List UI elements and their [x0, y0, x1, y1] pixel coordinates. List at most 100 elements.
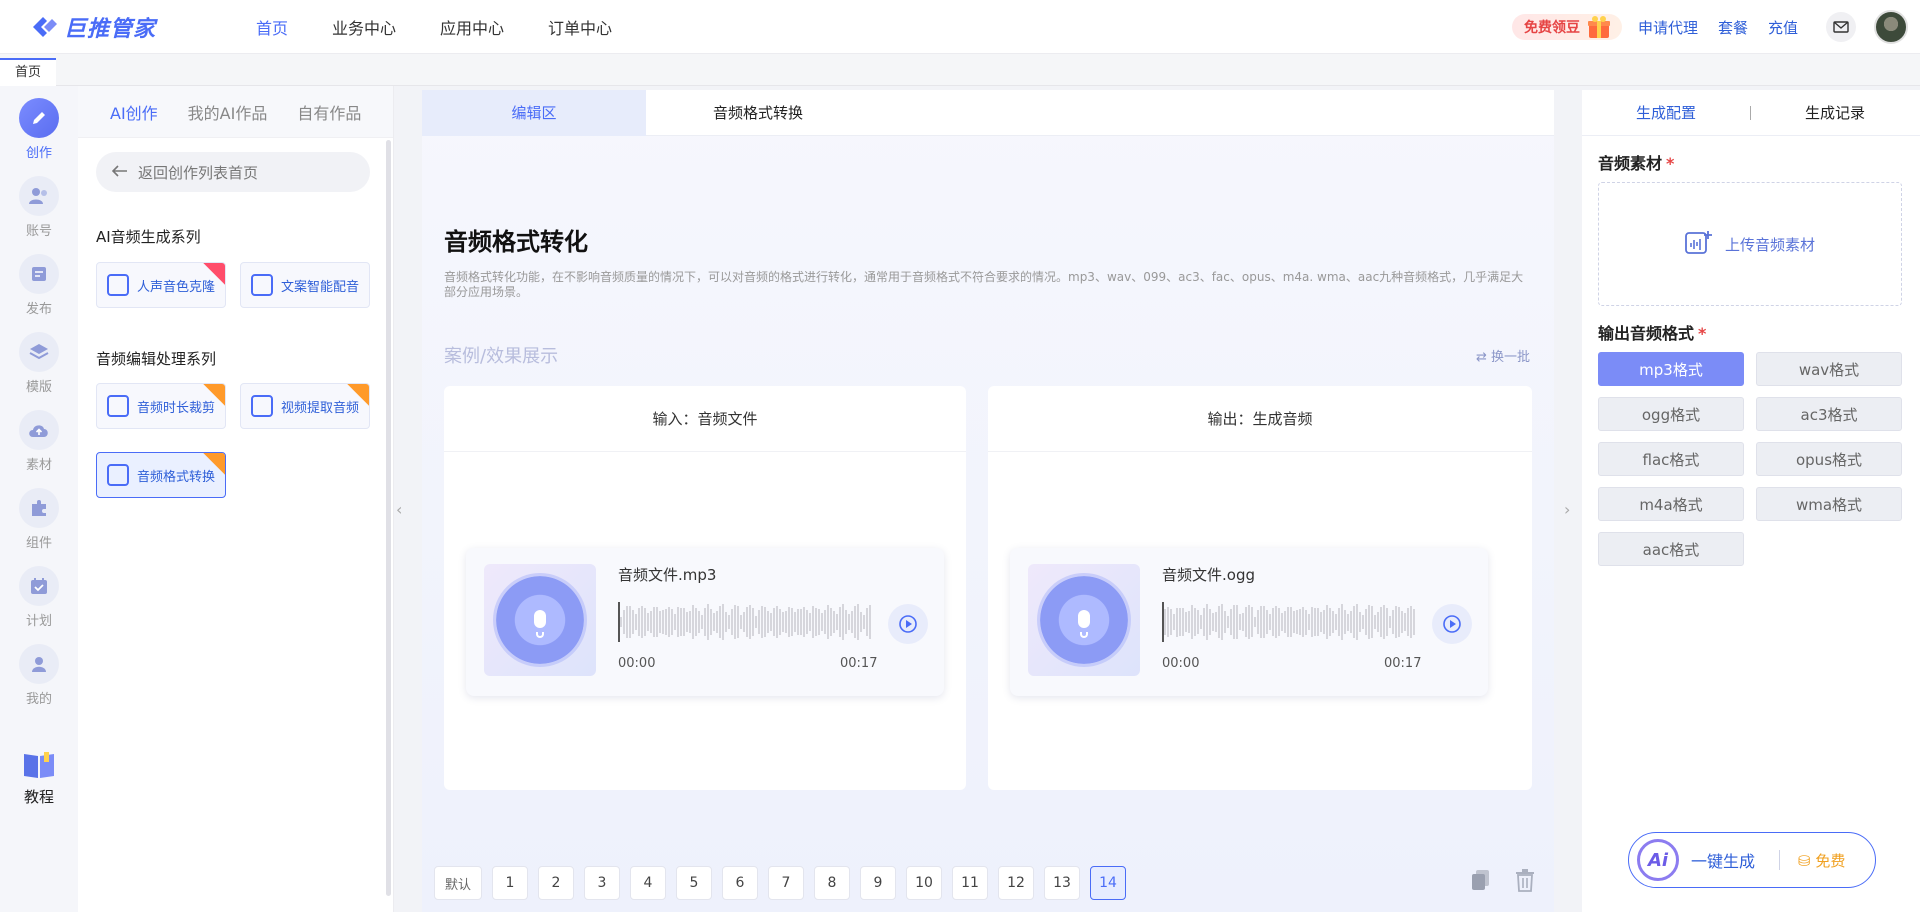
avatar[interactable]: [1874, 10, 1908, 44]
section-title: 音频编辑处理系列: [96, 350, 217, 368]
play-button[interactable]: [888, 604, 928, 644]
tool-extract-audio[interactable]: 视频提取音频: [240, 383, 370, 429]
recharge-link[interactable]: 充值: [1768, 17, 1798, 38]
copy-icon[interactable]: [1470, 868, 1492, 892]
tab-generate-history[interactable]: 生成记录: [1751, 102, 1919, 123]
tab-my-ai-works[interactable]: 我的AI作品: [188, 100, 268, 124]
sidebar-item-label: 发布: [25, 302, 52, 317]
nav-home[interactable]: 首页: [256, 15, 288, 39]
sidebar-item-label: 创作: [25, 146, 52, 161]
play-icon: [1443, 615, 1461, 633]
page-button-4[interactable]: 4: [630, 866, 666, 900]
format-option-m4a[interactable]: m4a格式: [1598, 487, 1744, 521]
sidebar-item-tutorial[interactable]: 教程: [0, 750, 78, 807]
page-button-14[interactable]: 14: [1090, 866, 1126, 900]
cloud-upload-icon: [19, 410, 59, 450]
pen-icon: [19, 98, 59, 138]
tab-home[interactable]: 首页: [0, 58, 56, 86]
back-to-list-button[interactable]: 返回创作列表首页: [96, 152, 370, 192]
sidebar-item-label: 教程: [23, 788, 54, 806]
tab-audio-format-convert[interactable]: 音频格式转换: [646, 90, 870, 136]
page-button-7[interactable]: 7: [768, 866, 804, 900]
audio-player: 音频文件.ogg 00:00 00:17: [1010, 548, 1488, 696]
output-card: 输出：生成音频 音频文件.ogg 00:00 00:17: [988, 386, 1532, 790]
chevron-right-icon[interactable]: ›: [1564, 500, 1570, 519]
nav-order-center[interactable]: 订单中心: [548, 15, 612, 39]
tool-label: 音频时长裁剪: [137, 400, 216, 416]
nav-business-center[interactable]: 业务中心: [332, 15, 396, 39]
free-beans-button[interactable]: 免费领豆: [1511, 14, 1622, 40]
format-option-ac3[interactable]: ac3格式: [1756, 397, 1902, 431]
pagination: 默认 1 2 3 4 5 6 7 8 9 10 11 12 13 14: [434, 866, 1126, 900]
time-start: 00:00: [1162, 656, 1200, 671]
time-start: 00:00: [618, 656, 656, 671]
sidebar-item-component[interactable]: 组件: [0, 488, 78, 551]
page-button-10[interactable]: 10: [906, 866, 942, 900]
page-default-button[interactable]: 默认: [434, 866, 482, 900]
page-button-11[interactable]: 11: [952, 866, 988, 900]
sidebar-item-mine[interactable]: 我的: [0, 644, 78, 707]
main-editor: 编辑区 音频格式转换 音频格式转化 音频格式转化功能，在不影响音频质量的情况下，…: [422, 90, 1554, 912]
format-option-mp3[interactable]: mp3格式: [1598, 352, 1744, 386]
page-button-13[interactable]: 13: [1044, 866, 1080, 900]
chevron-left-icon[interactable]: ‹: [396, 500, 402, 519]
config-tabs: 生成配置 生成记录: [1582, 90, 1920, 136]
tab-edit-area[interactable]: 编辑区: [422, 90, 646, 136]
page-button-8[interactable]: 8: [814, 866, 850, 900]
page-button-1[interactable]: 1: [492, 866, 528, 900]
format-option-flac[interactable]: flac格式: [1598, 442, 1744, 476]
mail-icon[interactable]: [1826, 12, 1856, 42]
generate-button[interactable]: Ai 一键生成 ⛁ 免费: [1628, 832, 1876, 888]
page-button-12[interactable]: 12: [998, 866, 1034, 900]
page-button-3[interactable]: 3: [584, 866, 620, 900]
upload-audio-icon: [1685, 229, 1713, 259]
tool-smart-dubbing[interactable]: 文案智能配音: [240, 262, 370, 308]
tool-format-convert[interactable]: 音频格式转换: [96, 452, 226, 498]
format-option-wma[interactable]: wma格式: [1756, 487, 1902, 521]
page-button-6[interactable]: 6: [722, 866, 758, 900]
waveform[interactable]: [618, 602, 872, 642]
play-button[interactable]: [1432, 604, 1472, 644]
logo[interactable]: 巨推管家: [30, 11, 200, 43]
icon-sidebar: 创作 账号 发布 模版 素材 组件 计划 我的 教程: [0, 86, 78, 912]
format-option-aac[interactable]: aac格式: [1598, 532, 1744, 566]
page-button-9[interactable]: 9: [860, 866, 896, 900]
audio-material-label: 音频素材 *: [1598, 154, 1675, 173]
sidebar-item-template[interactable]: 模版: [0, 332, 78, 395]
format-option-opus[interactable]: opus格式: [1756, 442, 1902, 476]
format-option-ogg[interactable]: ogg格式: [1598, 397, 1744, 431]
nav-app-center[interactable]: 应用中心: [440, 15, 504, 39]
tool-voice-clone[interactable]: 人声音色克隆: [96, 262, 226, 308]
scrollbar[interactable]: [386, 140, 391, 896]
swap-icon: ⇄: [1475, 350, 1487, 365]
sidebar-item-material[interactable]: 素材: [0, 410, 78, 473]
sidebar-item-label: 账号: [25, 224, 52, 239]
package-link[interactable]: 套餐: [1718, 17, 1748, 38]
page-button-5[interactable]: 5: [676, 866, 712, 900]
upload-audio-dropzone[interactable]: 上传音频素材: [1598, 182, 1902, 306]
sidebar-item-plan[interactable]: 计划: [0, 566, 78, 629]
waveform[interactable]: [1162, 602, 1416, 642]
shuffle-button[interactable]: ⇄ 换一批: [1476, 346, 1530, 365]
tab-own-works[interactable]: 自有作品: [297, 100, 361, 124]
apply-agent-link[interactable]: 申请代理: [1638, 17, 1698, 38]
section-title: AI音频生成系列: [96, 228, 201, 246]
sidebar-item-label: 计划: [25, 614, 52, 629]
user-icon: [19, 644, 59, 684]
config-panel: 生成配置 生成记录 音频素材 * 上传音频素材 输出音频格式 * mp3格式 wav格…: [1582, 90, 1920, 912]
audio-file-name: 音频文件.ogg: [1162, 566, 1255, 584]
sidebar-item-create[interactable]: 创作: [0, 98, 78, 161]
gift-icon: [1586, 14, 1612, 40]
tab-generate-config[interactable]: 生成配置: [1582, 102, 1750, 123]
tab-ai-create[interactable]: AI创作: [110, 100, 158, 124]
trim-icon: [107, 395, 129, 417]
format-option-wav[interactable]: wav格式: [1756, 352, 1902, 386]
required-mark: *: [1698, 324, 1707, 343]
page-button-2[interactable]: 2: [538, 866, 574, 900]
sidebar-item-publish[interactable]: 发布: [0, 254, 78, 317]
tool-audio-trim[interactable]: 音频时长裁剪: [96, 383, 226, 429]
sidebar-item-account[interactable]: 账号: [0, 176, 78, 239]
microphone-icon: [1040, 576, 1128, 664]
trash-icon[interactable]: [1514, 868, 1536, 892]
sidebar-item-label: 模版: [25, 380, 52, 395]
